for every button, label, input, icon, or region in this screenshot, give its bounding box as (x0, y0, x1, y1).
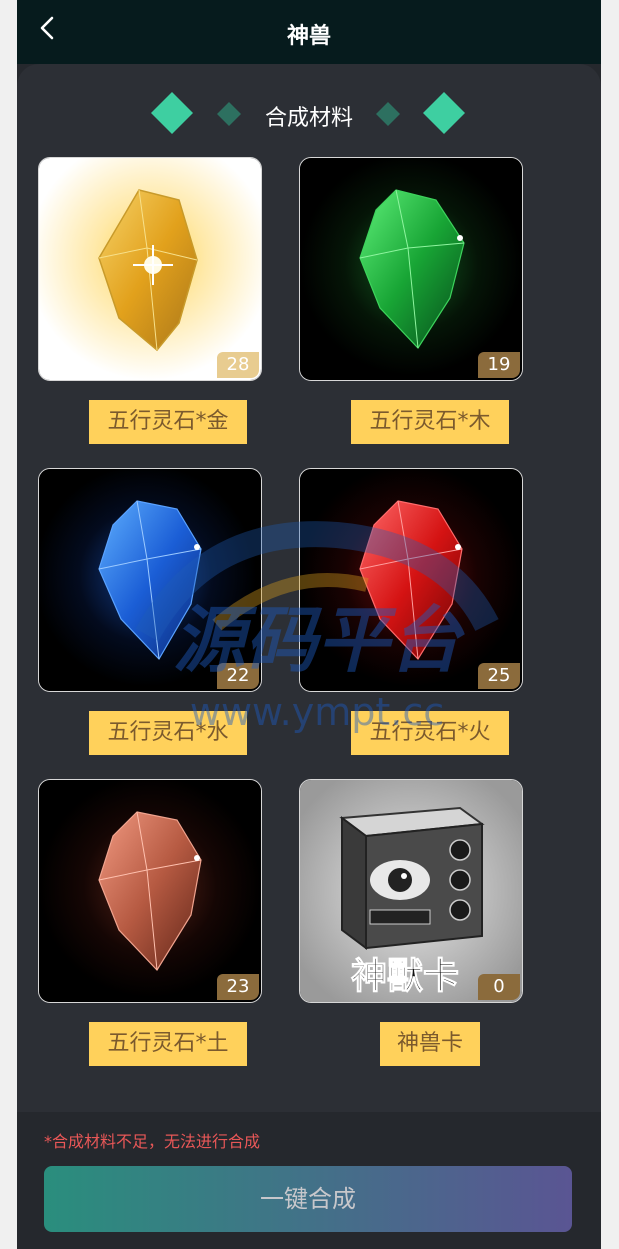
material-card-fire[interactable]: 25 (299, 468, 523, 692)
gold-crystal-icon (39, 158, 261, 380)
beast-card-box-icon: 神獸卡 (300, 780, 522, 1002)
count-badge: 19 (478, 352, 520, 378)
count-badge: 28 (217, 352, 259, 378)
insufficient-warning: *合成材料不足，无法进行合成 (44, 1132, 261, 1151)
count-badge: 23 (217, 974, 259, 1000)
count-badge: 0 (478, 974, 520, 1000)
material-label: 五行灵石*火 (351, 711, 509, 755)
count-badge: 25 (478, 663, 520, 689)
material-label: 五行灵石*土 (89, 1022, 247, 1066)
material-card-earth[interactable]: 23 (38, 779, 262, 1003)
material-label: 五行灵石*水 (89, 711, 247, 755)
beast-card-title: 神獸卡 (351, 955, 459, 997)
phone-screen: 神兽 合成材料 28 五行灵石*金 19 五行灵石*木 22 五行灵石*水 25… (17, 0, 601, 1249)
earth-crystal-icon (39, 780, 261, 1002)
page-title: 神兽 (286, 24, 331, 49)
synthesize-button[interactable]: 一键合成 (44, 1166, 572, 1232)
material-card-beast[interactable]: 神獸卡 0 (299, 779, 523, 1003)
material-card-water[interactable]: 22 (38, 468, 262, 692)
top-navbar: 神兽 (17, 0, 601, 64)
material-label: 五行灵石*金 (89, 400, 247, 444)
material-label: 神兽卡 (380, 1022, 480, 1066)
material-label: 五行灵石*木 (351, 400, 509, 444)
green-crystal-icon (300, 158, 522, 380)
section-title: 合成材料 (264, 106, 353, 131)
material-card-gold[interactable]: 28 (38, 157, 262, 381)
material-card-wood[interactable]: 19 (299, 157, 523, 381)
blue-crystal-icon (39, 469, 261, 691)
red-crystal-icon (300, 469, 522, 691)
count-badge: 22 (217, 663, 259, 689)
